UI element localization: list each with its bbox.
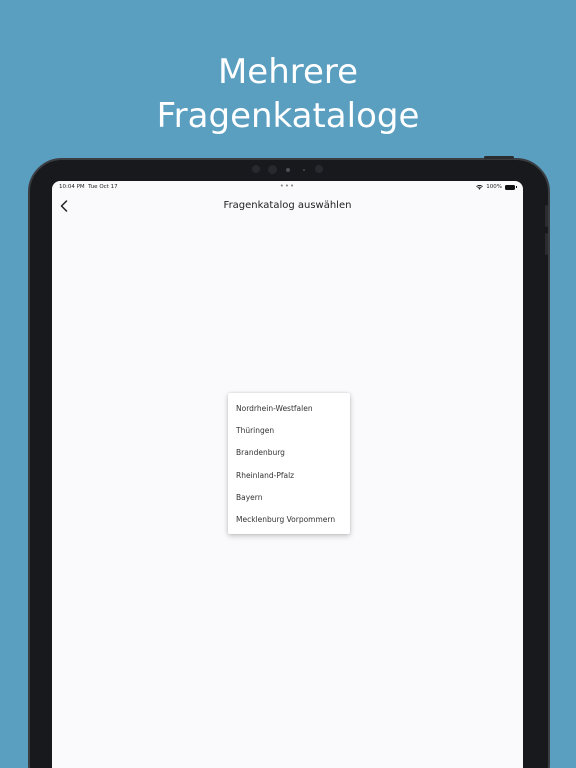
camera-lens-icon bbox=[252, 165, 260, 173]
camera-lens-icon bbox=[268, 165, 277, 174]
wifi-icon bbox=[476, 184, 484, 190]
marketing-headline: Mehrere Fragenkataloge bbox=[0, 50, 576, 138]
volume-button bbox=[545, 233, 548, 255]
menu-item-nordrhein-westfalen[interactable]: Nordrhein-Westfalen bbox=[228, 398, 350, 420]
battery-percent: 100% bbox=[486, 184, 502, 190]
status-indicators: 100% bbox=[476, 184, 517, 190]
headline-line-2: Fragenkataloge bbox=[156, 96, 420, 136]
menu-item-rheinland-pfalz[interactable]: Rheinland-Pfalz bbox=[228, 465, 350, 487]
headline-line-1: Mehrere bbox=[217, 52, 359, 92]
device-screen: 10:04 PM Tue Oct 17 ••• 100% Fragenkatal… bbox=[52, 181, 523, 768]
camera-lens-icon bbox=[315, 165, 323, 173]
menu-item-brandenburg[interactable]: Brandenburg bbox=[228, 442, 350, 464]
battery-icon bbox=[505, 184, 517, 190]
menu-item-thueringen[interactable]: Thüringen bbox=[228, 420, 350, 442]
top-button bbox=[484, 156, 514, 159]
camera-sensor-icon bbox=[286, 168, 290, 172]
menu-item-bayern[interactable]: Bayern bbox=[228, 487, 350, 509]
menu-item-mecklenburg-vorpommern[interactable]: Mecklenburg Vorpommern bbox=[228, 509, 350, 531]
multitasking-dots-icon[interactable]: ••• bbox=[52, 182, 523, 190]
volume-button bbox=[545, 205, 548, 227]
catalog-menu: Nordrhein-Westfalen Thüringen Brandenbur… bbox=[228, 393, 350, 534]
status-bar: 10:04 PM Tue Oct 17 ••• 100% bbox=[52, 181, 523, 195]
page-title: Fragenkatalog auswählen bbox=[223, 200, 352, 211]
camera-dot-icon bbox=[303, 169, 305, 171]
navigation-bar: Fragenkatalog auswählen bbox=[52, 195, 523, 217]
